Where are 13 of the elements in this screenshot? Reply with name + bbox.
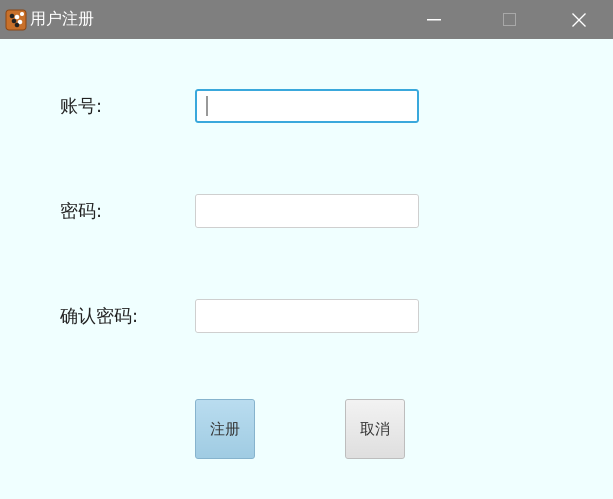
input-field[interactable]: [195, 299, 419, 333]
field-label: 密码:: [60, 200, 104, 223]
field-label: 确认密码:: [60, 305, 140, 328]
minimize-icon[interactable]: [427, 18, 441, 20]
cancel-button[interactable]: 取消: [345, 399, 405, 459]
field-label: 账号:: [60, 95, 104, 118]
close-icon[interactable]: [572, 12, 586, 26]
maximize-icon[interactable]: [503, 13, 516, 26]
board-game-icon: [5, 8, 27, 30]
input-field[interactable]: [195, 194, 419, 228]
window-title: 用户注册: [30, 9, 94, 30]
input-field[interactable]: [195, 89, 419, 123]
register-button[interactable]: 注册: [195, 399, 255, 459]
